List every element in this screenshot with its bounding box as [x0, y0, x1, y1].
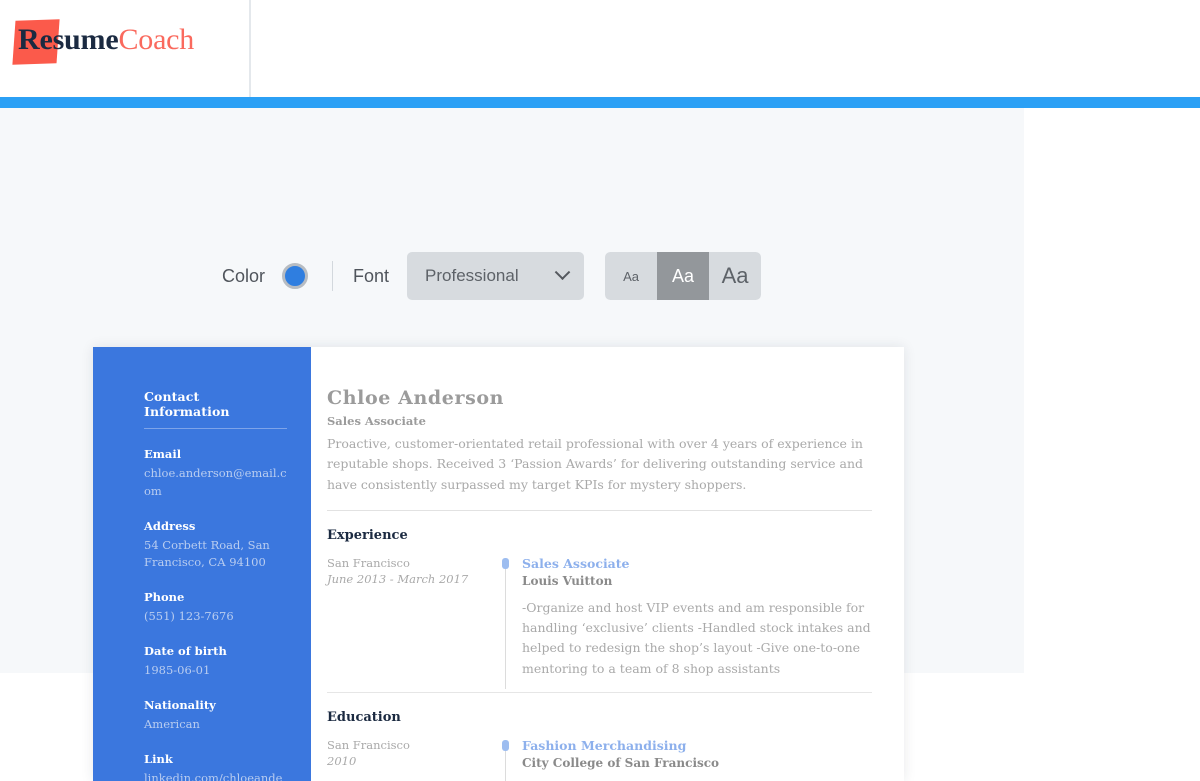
experience-entry[interactable]: San Francisco June 2013 - March 2017 Sal… [327, 556, 872, 689]
entry-body: Fashion Merchandising City College of Sa… [513, 738, 872, 781]
contact-heading-rule [144, 428, 287, 429]
contact-label: Phone [144, 590, 185, 605]
chevron-down-icon [554, 263, 571, 280]
entry-dates: 2010 [327, 753, 357, 768]
entry-body: Sales Associate Louis Vuitton -Organize … [513, 556, 872, 679]
editor-canvas: Color Font Professional Aa Aa Aa Contact… [0, 108, 1024, 781]
candidate-name[interactable]: Chloe Anderson [327, 387, 872, 409]
entry-location: San Francisco [327, 737, 410, 752]
entry-organization: Louis Vuitton [522, 573, 613, 588]
entry-meta: San Francisco June 2013 - March 2017 [327, 556, 499, 679]
timeline-line [505, 557, 506, 689]
contact-value: linkedin.com/chloeanderson [144, 770, 283, 781]
entry-meta: San Francisco 2010 [327, 738, 499, 781]
candidate-summary[interactable]: Proactive, customer-orientated retail pr… [327, 434, 872, 495]
summary-divider [327, 509, 872, 511]
contact-value: American [144, 716, 200, 731]
contact-label: Address [144, 518, 196, 533]
timeline-dot-icon [502, 557, 509, 569]
logo-wordmark: ResumeCoach [14, 23, 194, 57]
education-entry[interactable]: San Francisco 2010 Fashion Merchandising… [327, 738, 872, 781]
contact-field-link[interactable]: Link linkedin.com/chloeanderson [144, 752, 287, 781]
entry-role: Sales Associate [522, 555, 630, 571]
contact-field-date-of-birth[interactable]: Date of birth 1985-06-01 [144, 644, 287, 680]
entry-description: -Organize and host VIP events and am res… [522, 599, 871, 676]
experience-divider [327, 691, 872, 693]
contact-field-nationality[interactable]: Nationality American [144, 698, 287, 734]
font-select-dropdown[interactable]: Professional [407, 252, 585, 300]
contact-information-heading: Contact Information [144, 389, 230, 419]
color-swatch-button[interactable] [282, 263, 309, 289]
font-size-medium-button[interactable]: Aa [657, 252, 710, 300]
education-heading: Education [327, 709, 401, 725]
entry-location: San Francisco [327, 555, 410, 570]
timeline-marker [499, 738, 513, 781]
contact-value: (551) 123-7676 [144, 609, 234, 624]
entry-dates: June 2013 - March 2017 [327, 571, 469, 586]
style-toolbar: Color Font Professional Aa Aa Aa [222, 252, 762, 300]
accent-bar [0, 97, 1200, 108]
font-size-group: Aa Aa Aa [605, 252, 762, 300]
contact-value: 54 Corbett Road, San Francisco, CA 94100 [144, 537, 270, 570]
contact-label: Email [144, 447, 182, 461]
resumecoach-logo[interactable]: ResumeCoach [12, 18, 194, 65]
resume-preview-card[interactable]: Contact Information Email chloe.anderson… [93, 347, 904, 781]
contact-label: Link [144, 751, 173, 766]
resume-main-column: Chloe Anderson Sales Associate Proactive… [311, 347, 904, 781]
contact-field-address[interactable]: Address 54 Corbett Road, San Francisco, … [144, 519, 287, 573]
font-size-large-button[interactable]: Aa [709, 252, 762, 300]
entry-organization: City College of San Francisco [522, 755, 720, 770]
brand-header: ResumeCoach [0, 0, 1200, 97]
contact-field-email[interactable]: Email chloe.anderson@email.com [144, 447, 287, 501]
timeline-dot-icon [502, 739, 509, 751]
toolbar-separator [332, 261, 334, 291]
contact-label: Date of birth [144, 644, 227, 659]
contact-label: Nationality [144, 697, 216, 712]
color-label: Color [222, 265, 266, 286]
font-size-small-button[interactable]: Aa [605, 252, 658, 300]
contact-value: chloe.anderson@email.com [144, 466, 287, 498]
logo-text-resume: Resume [18, 23, 119, 56]
font-select-value: Professional [425, 266, 519, 285]
header-divider [249, 0, 251, 97]
logo-text-coach: Coach [118, 23, 195, 56]
resume-sidebar: Contact Information Email chloe.anderson… [93, 347, 311, 781]
font-label: Font [353, 265, 390, 286]
contact-value: 1985-06-01 [144, 663, 211, 678]
timeline-marker [499, 556, 513, 689]
experience-heading: Experience [327, 527, 408, 543]
entry-role: Fashion Merchandising [522, 737, 687, 753]
contact-field-phone[interactable]: Phone (551) 123-7676 [144, 590, 287, 626]
candidate-job-title[interactable]: Sales Associate [327, 414, 872, 428]
